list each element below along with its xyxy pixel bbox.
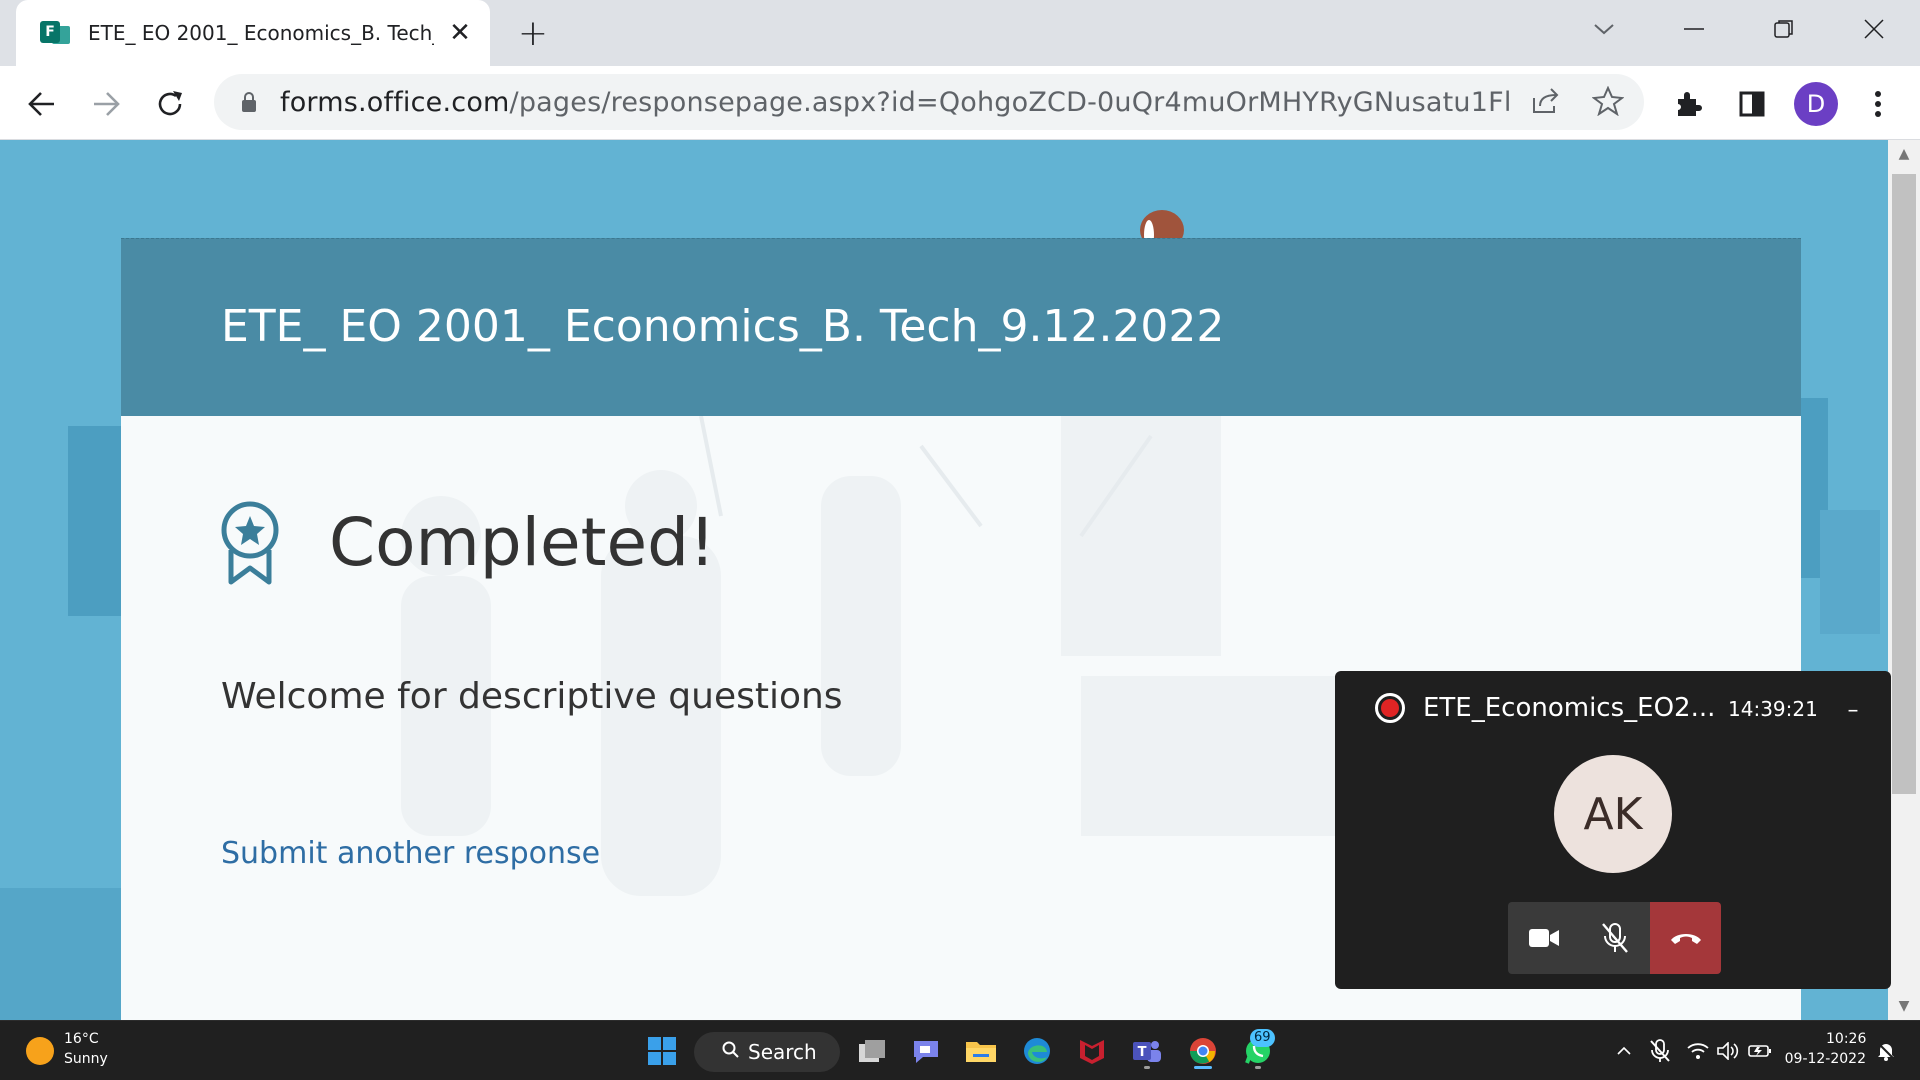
award-badge-icon bbox=[221, 501, 279, 585]
sun-icon[interactable] bbox=[26, 1037, 54, 1065]
minimize-meeting-icon[interactable]: – bbox=[1840, 693, 1866, 723]
hang-up-button[interactable] bbox=[1650, 902, 1721, 974]
scroll-down-icon[interactable]: ▼ bbox=[1888, 992, 1920, 1020]
search-label: Search bbox=[748, 1040, 817, 1064]
browser-tab-active[interactable]: F ETE_ EO 2001_ Economics_B. Tech_9.12.2… bbox=[16, 0, 490, 66]
close-window-icon[interactable] bbox=[1834, 0, 1914, 58]
meeting-title: ETE_Economics_EO2... bbox=[1423, 693, 1716, 723]
clock-date[interactable]: 09-12-2022 bbox=[1784, 1051, 1866, 1067]
camera-toggle-button[interactable] bbox=[1508, 902, 1579, 974]
start-icon[interactable] bbox=[642, 1031, 682, 1071]
new-tab-button[interactable]: + bbox=[514, 13, 552, 54]
scroll-thumb[interactable] bbox=[1892, 174, 1916, 794]
tab-close-icon[interactable]: ✕ bbox=[446, 18, 474, 48]
tab-title: ETE_ EO 2001_ Economics_B. Tech_9.12.202… bbox=[88, 21, 434, 45]
address-bar[interactable]: forms.office.com/pages/responsepage.aspx… bbox=[214, 74, 1644, 130]
phone-hangup-icon bbox=[1670, 934, 1701, 944]
minimize-icon[interactable] bbox=[1654, 0, 1734, 58]
teams-chat-icon[interactable] bbox=[906, 1031, 946, 1071]
teams-icon[interactable]: T bbox=[1127, 1031, 1167, 1071]
forms-icon: F bbox=[40, 18, 70, 48]
participant-avatar: AK bbox=[1554, 755, 1672, 873]
browser-tabstrip: F ETE_ EO 2001_ Economics_B. Tech_9.12.2… bbox=[0, 0, 1920, 66]
taskbar-search[interactable]: Search bbox=[694, 1032, 840, 1072]
recording-icon bbox=[1375, 693, 1405, 723]
mcafee-icon[interactable] bbox=[1072, 1031, 1112, 1071]
battery-icon[interactable] bbox=[1740, 1031, 1780, 1071]
page-scrollbar[interactable]: ▲ ▼ bbox=[1888, 140, 1920, 1020]
task-view-icon[interactable] bbox=[852, 1031, 892, 1071]
share-icon[interactable] bbox=[1530, 86, 1562, 120]
notifications-icon[interactable] bbox=[1866, 1031, 1906, 1071]
svg-text:T: T bbox=[1138, 1045, 1147, 1060]
more-menu-icon[interactable] bbox=[1856, 82, 1900, 126]
tab-search-icon[interactable] bbox=[1564, 0, 1644, 58]
back-icon[interactable] bbox=[20, 82, 64, 126]
windows-taskbar: 16°C Sunny Search T 69 10:26 09-12-2022 bbox=[0, 1020, 1920, 1080]
profile-avatar[interactable]: D bbox=[1794, 82, 1838, 126]
completion-heading: Completed! bbox=[329, 504, 716, 581]
lock-icon bbox=[242, 92, 256, 112]
search-icon bbox=[722, 1040, 740, 1064]
star-icon[interactable] bbox=[1591, 85, 1625, 120]
thank-you-message: Welcome for descriptive questions bbox=[221, 676, 843, 717]
whatsapp-notification-badge: 69 bbox=[1250, 1029, 1275, 1047]
chrome-icon[interactable] bbox=[1183, 1031, 1223, 1071]
forward-icon[interactable] bbox=[84, 82, 128, 126]
extensions-icon[interactable] bbox=[1666, 82, 1710, 126]
restore-icon[interactable] bbox=[1744, 0, 1824, 58]
video-camera-icon bbox=[1528, 929, 1559, 947]
form-title: ETE_ EO 2001_ Economics_B. Tech_9.12.202… bbox=[221, 301, 1225, 352]
meeting-mini-window[interactable]: ETE_Economics_EO2... 14:39:21 – AK bbox=[1335, 671, 1891, 989]
edge-icon[interactable] bbox=[1017, 1031, 1057, 1071]
microphone-muted-icon[interactable] bbox=[1640, 1031, 1680, 1071]
show-hidden-icons-icon[interactable] bbox=[1604, 1031, 1644, 1071]
reload-icon[interactable] bbox=[148, 82, 192, 126]
background-decoration bbox=[0, 888, 130, 1020]
url-text: forms.office.com/pages/responsepage.aspx… bbox=[280, 86, 1510, 118]
clock-time[interactable]: 10:26 bbox=[1826, 1031, 1866, 1047]
meeting-timer: 14:39:21 bbox=[1728, 697, 1818, 721]
submit-another-response-link[interactable]: Submit another response bbox=[221, 836, 600, 871]
background-decoration bbox=[1820, 510, 1880, 634]
microphone-off-icon bbox=[1601, 923, 1628, 953]
meeting-controls bbox=[1508, 902, 1721, 974]
browser-toolbar: forms.office.com/pages/responsepage.aspx… bbox=[0, 66, 1920, 140]
form-header: ETE_ EO 2001_ Economics_B. Tech_9.12.202… bbox=[121, 238, 1801, 416]
background-decoration bbox=[68, 426, 124, 616]
scroll-up-icon[interactable]: ▲ bbox=[1888, 140, 1920, 168]
file-explorer-icon[interactable] bbox=[961, 1031, 1001, 1071]
side-panel-icon[interactable] bbox=[1730, 82, 1774, 126]
mute-toggle-button[interactable] bbox=[1579, 902, 1650, 974]
weather-description[interactable]: Sunny bbox=[64, 1051, 108, 1067]
weather-temperature[interactable]: 16°C bbox=[64, 1031, 99, 1047]
